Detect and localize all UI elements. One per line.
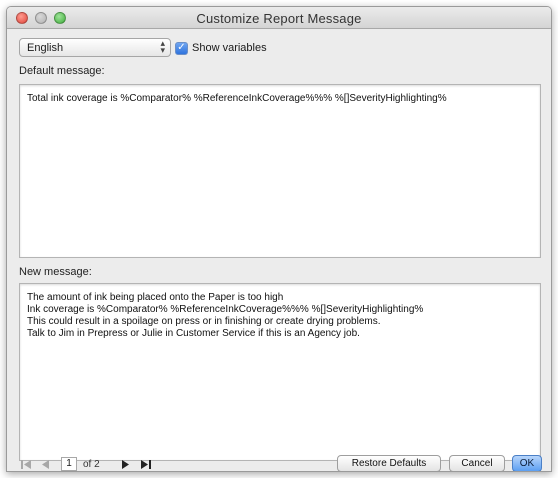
next-page-icon[interactable] [119,457,133,471]
previous-page-icon[interactable] [39,457,53,471]
show-variables-checkbox[interactable]: ✓ [175,41,188,55]
cancel-button[interactable]: Cancel [449,455,505,471]
page-count: of 2 [83,459,100,470]
default-message-label: Default message: [19,65,105,77]
show-variables-option[interactable]: ✓ Show variables [175,40,267,56]
new-message-field[interactable]: The amount of ink being placed onto the … [19,283,541,461]
language-select[interactable]: English ▴ ▾ [19,38,171,57]
ok-button[interactable]: OK [512,455,542,471]
window-title: Customize Report Message [196,11,362,26]
language-select-value: English [27,42,64,54]
restore-defaults-button[interactable]: Restore Defaults [337,455,441,471]
title-bar[interactable]: Customize Report Message [7,7,551,29]
customize-report-message-window: Customize Report Message English ▴ ▾ ✓ Sh… [6,6,552,472]
new-message-label: New message: [19,266,92,278]
default-message-field[interactable]: Total ink coverage is %Comparator% %Refe… [19,84,541,258]
show-variables-label: Show variables [192,42,267,54]
page-number-input[interactable]: 1 [61,457,77,471]
bottom-bar: 1 of 2 Restore Defaults Cancel OK [7,455,551,471]
select-stepper-icon: ▴ ▾ [160,38,165,55]
last-page-icon[interactable] [139,457,153,471]
first-page-icon[interactable] [19,457,33,471]
